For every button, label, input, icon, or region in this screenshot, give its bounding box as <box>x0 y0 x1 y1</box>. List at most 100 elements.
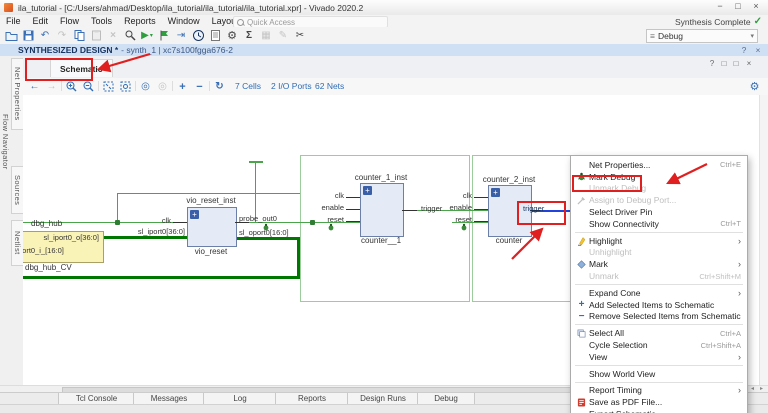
bus-wire[interactable] <box>297 237 300 279</box>
menu-item-show-world-view[interactable]: Show World View <box>571 368 747 380</box>
nets-count-link[interactable]: 62 Nets <box>315 81 344 91</box>
bus-wire[interactable] <box>102 236 187 239</box>
pin-label[interactable]: reset <box>313 215 344 224</box>
expand-block-icon[interactable]: + <box>363 186 372 195</box>
menu-flow[interactable]: Flow <box>54 15 85 27</box>
menu-reports[interactable]: Reports <box>118 15 162 27</box>
cells-count-link[interactable]: 7 Cells <box>235 81 261 91</box>
find-icon[interactable] <box>123 29 137 42</box>
pin-stub[interactable] <box>346 197 360 198</box>
expand-block-icon[interactable]: + <box>491 188 500 197</box>
zoom-selection-icon[interactable] <box>118 79 133 94</box>
pin-label-trigger[interactable]: trigger <box>523 204 544 213</box>
paste-icon <box>89 29 103 42</box>
menu-item-select-all[interactable]: Select AllCtrl+A <box>571 327 747 339</box>
menu-item-report-timing[interactable]: Report Timing› <box>571 385 747 397</box>
panel-help-icon[interactable]: ? <box>706 59 718 68</box>
pin-stub[interactable] <box>173 222 187 223</box>
pin-label[interactable]: sl_oport0[16:0] <box>239 228 289 237</box>
maximize-button[interactable]: □ <box>730 0 746 13</box>
run-dropdown-icon[interactable]: ▾ <box>150 32 153 39</box>
pin-label[interactable]: clk <box>318 191 344 200</box>
tab-schematic[interactable]: Schematic <box>50 59 113 77</box>
net-wire[interactable] <box>117 193 300 194</box>
chevron-down-icon: ▾ <box>750 32 754 40</box>
pin-stub[interactable] <box>402 210 417 211</box>
menu-item-show-connectivity[interactable]: Show ConnectivityCtrl+T <box>571 218 747 230</box>
pin-label[interactable]: enable <box>436 203 472 212</box>
minimize-button[interactable]: − <box>712 0 728 13</box>
menu-separator <box>575 232 743 233</box>
pin-stub[interactable] <box>474 197 488 198</box>
step-icon[interactable]: ⇥ <box>174 29 188 42</box>
close-design-icon[interactable]: × <box>752 44 764 56</box>
bus-wire[interactable] <box>23 276 300 279</box>
menu-item-add-selected-items[interactable]: +Add Selected Items to Schematic <box>571 299 747 311</box>
zoom-in-icon[interactable] <box>64 79 79 94</box>
pin-label[interactable]: clk <box>446 191 472 200</box>
vertical-scrollbar[interactable] <box>759 95 768 385</box>
menu-item-export-schematic[interactable]: Export Schematic... <box>571 408 747 413</box>
zoom-fit-icon[interactable] <box>101 79 116 94</box>
menu-item-cycle-selection[interactable]: Cycle SelectionCtrl+Shift+A <box>571 339 747 351</box>
autofit-selection-icon[interactable]: ◎ <box>138 79 153 94</box>
menu-item-remove-selected-items[interactable]: −Remove Selected Items from Schematic <box>571 311 747 323</box>
report-clipboard-icon[interactable] <box>208 29 222 42</box>
menu-item-select-driver-pin[interactable]: Select Driver Pin <box>571 206 747 218</box>
menu-item-view[interactable]: View› <box>571 351 747 363</box>
pin-label[interactable]: probe_out0 <box>239 214 277 223</box>
remove-from-schematic-icon[interactable]: − <box>192 79 207 94</box>
menu-item-net-properties[interactable]: Net Properties...Ctrl+E <box>571 159 747 171</box>
menu-window[interactable]: Window <box>162 15 206 27</box>
port-label[interactable]: sl_iport0_o[36:0] <box>23 233 99 242</box>
menu-separator <box>575 324 743 325</box>
menu-item-expand-cone[interactable]: Expand Cone› <box>571 287 747 299</box>
copy-icon[interactable] <box>72 29 86 42</box>
pin-label[interactable]: clk <box>143 216 171 225</box>
add-to-schematic-icon[interactable]: + <box>175 79 190 94</box>
pin-stub[interactable] <box>346 209 360 210</box>
net-wire[interactable] <box>255 161 256 222</box>
menu-item-unhighlight: Unhighlight <box>571 247 747 259</box>
menu-edit[interactable]: Edit <box>27 15 55 27</box>
panel-float-icon[interactable]: □ <box>718 59 730 68</box>
zoom-out-icon[interactable] <box>81 79 96 94</box>
help-icon[interactable]: ? <box>738 44 750 56</box>
timing-clock-icon[interactable] <box>191 29 205 42</box>
panel-close-icon[interactable]: × <box>743 59 755 68</box>
run-icon[interactable]: ▶▾ <box>140 29 154 42</box>
menu-item-highlight[interactable]: Highlight› <box>571 235 747 247</box>
expand-block-icon[interactable]: + <box>190 210 199 219</box>
menu-item-save-as-pdf[interactable]: Save as PDF File... <box>571 396 747 408</box>
pin-stub[interactable] <box>346 221 360 222</box>
menu-tools[interactable]: Tools <box>85 15 118 27</box>
menu-item-mark-debug[interactable]: Mark Debug <box>571 171 747 183</box>
sum-sigma-icon[interactable]: Σ <box>242 29 256 42</box>
mark-diamond-icon <box>574 260 589 269</box>
pin-stub[interactable] <box>474 209 488 210</box>
close-button[interactable]: × <box>748 0 764 13</box>
menu-file[interactable]: File <box>0 15 27 27</box>
schematic-settings-gear-icon[interactable]: ⚙ <box>747 79 762 94</box>
save-icon[interactable] <box>21 29 35 42</box>
scissors-icon[interactable]: ✂ <box>293 29 307 42</box>
net-wire[interactable] <box>117 193 118 223</box>
port-label[interactable]: port0_i_[16:0] <box>23 246 64 255</box>
pin-label[interactable]: reset <box>441 215 472 224</box>
pin-label[interactable]: sl_iport0[36:0] <box>118 227 185 236</box>
settings-gear-icon[interactable]: ⚙ <box>225 29 239 42</box>
pin-stub[interactable] <box>474 221 488 222</box>
pin-label[interactable]: enable <box>308 203 344 212</box>
undo-icon[interactable]: ↶ <box>38 29 52 42</box>
flag-icon[interactable] <box>157 29 171 42</box>
check-icon: ✓ <box>754 16 762 27</box>
regenerate-icon[interactable]: ↻ <box>212 79 227 94</box>
io-ports-count-link[interactable]: 2 I/O Ports <box>271 81 312 91</box>
panel-maximize-icon[interactable]: □ <box>730 59 742 68</box>
menu-item-mark[interactable]: Mark› <box>571 258 747 270</box>
layout-selector-dropdown[interactable]: ≡ Debug ▾ <box>646 29 758 43</box>
bus-wire[interactable] <box>235 237 299 240</box>
back-icon[interactable]: ← <box>27 79 42 94</box>
tab-label: Reports <box>298 394 326 403</box>
open-project-icon[interactable] <box>4 29 18 42</box>
